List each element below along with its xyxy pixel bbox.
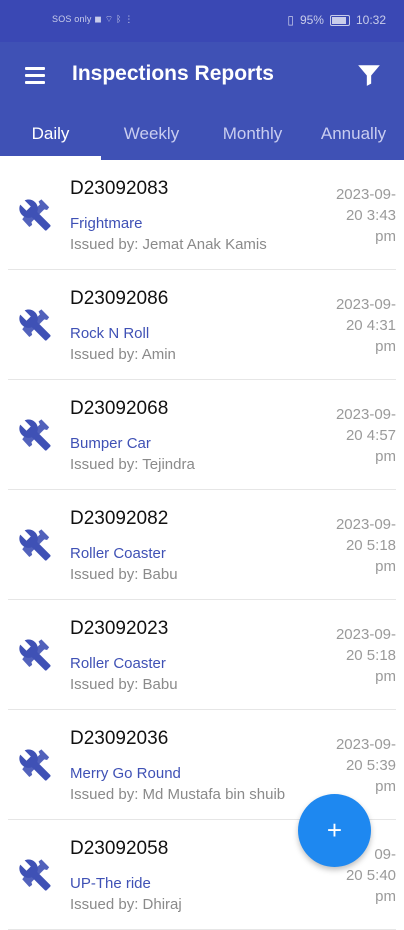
date-line-2: 20 4:31 — [345, 317, 396, 334]
tools-icon — [18, 748, 52, 782]
app-bar: Inspections Reports Daily Weekly Monthly… — [0, 42, 404, 160]
date-line-3: pm — [375, 668, 396, 685]
battery-icon — [329, 14, 350, 26]
date-line-1: 2023-09- — [335, 516, 396, 533]
report-list-item[interactable]: D23092086 Rock N Roll Issued by: Amin 2023-… — [8, 270, 396, 380]
date-line-2: 20 5:39 — [345, 757, 396, 774]
date-line-1: 2023-09- — [335, 626, 396, 643]
date-line-3: pm — [375, 558, 396, 575]
page-title: Inspections Reports — [72, 62, 274, 85]
report-code: D23092082 — [70, 508, 169, 529]
report-datetime: 2023-09- 20 3:43 pm — [326, 184, 396, 247]
issued-by: Issued by: Amin — [70, 346, 176, 363]
date-line-3: pm — [375, 338, 396, 355]
report-code: D23092083 — [70, 178, 169, 199]
tools-icon — [18, 528, 52, 562]
issued-by: Issued by: Md Mustafa bin shuib — [70, 786, 286, 803]
date-line-3: pm — [375, 228, 396, 245]
ride-name: Roller Coaster — [70, 545, 166, 562]
ride-name: Roller Coaster — [70, 655, 166, 672]
tab-monthly[interactable]: Monthly — [202, 115, 303, 160]
tools-icon — [18, 308, 52, 342]
date-line-2: 20 5:18 — [345, 647, 396, 664]
report-code: D23092058 — [70, 838, 169, 859]
vibrate-icon: ▯ — [287, 13, 294, 27]
tools-icon — [18, 638, 52, 672]
report-datetime: 2023-09- 20 5:18 pm — [326, 624, 396, 687]
issued-by: Issued by: Babu — [70, 566, 178, 583]
issued-by: Issued by: Babu — [70, 676, 178, 693]
tools-icon — [18, 858, 52, 892]
ride-name: Bumper Car — [70, 435, 151, 452]
tab-daily[interactable]: Daily — [0, 115, 101, 160]
tab-annually[interactable]: Annually — [303, 115, 404, 160]
status-bar: SOS only ◼ ⌔ ᛒ ⋮ ▯ 95% 10:32 — [0, 0, 404, 42]
ride-name: UP-The ride — [70, 875, 151, 892]
issued-by: Issued by: Tejindra — [70, 456, 195, 473]
date-line-2: 20 3:43 — [345, 207, 396, 224]
ride-name: Frightmare — [70, 215, 143, 232]
battery-percent: 95% — [299, 13, 324, 27]
status-left-indicators: SOS only ◼ ⌔ ᛒ ⋮ — [52, 14, 134, 24]
date-line-3: pm — [375, 448, 396, 465]
filter-icon[interactable] — [356, 62, 382, 88]
status-right-indicators: ▯ 95% 10:32 — [287, 13, 386, 27]
date-line-1: 2023-09- — [335, 296, 396, 313]
tools-icon — [18, 198, 52, 232]
issued-by: Issued by: Dhiraj — [70, 896, 182, 913]
report-code: D23092086 — [70, 288, 169, 309]
date-line-2: 20 5:18 — [345, 537, 396, 554]
date-line-3: pm — [375, 888, 396, 905]
report-code: D23092036 — [70, 728, 169, 749]
ride-name: Merry Go Round — [70, 765, 181, 782]
hamburger-icon[interactable] — [25, 67, 47, 85]
ride-name: Rock N Roll — [70, 325, 150, 342]
report-list-item[interactable]: D23092023 Roller Coaster Issued by: Babu 20… — [8, 600, 396, 710]
report-datetime: 2023-09- 20 5:39 pm — [326, 734, 396, 797]
tools-icon — [18, 418, 52, 452]
report-code: D23092023 — [70, 618, 169, 639]
issued-by: Issued by: Jemat Anak Kamis — [70, 236, 267, 253]
report-datetime: 2023-09- 20 5:18 pm — [326, 514, 396, 577]
report-list-item[interactable]: D23092082 Roller Coaster Issued by: Babu 20… — [8, 490, 396, 600]
date-line-1: 2023-09- — [335, 406, 396, 423]
add-report-button[interactable]: + — [298, 794, 371, 867]
report-list-item[interactable]: D23092068 Bumper Car Issued by: Tejindra 20… — [8, 380, 396, 490]
period-tabs: Daily Weekly Monthly Annually — [0, 115, 404, 160]
report-code: D23092068 — [70, 398, 169, 419]
status-time: 10:32 — [355, 13, 386, 27]
date-line-2: 20 5:40 — [345, 867, 396, 884]
report-datetime: 2023-09- 20 4:31 pm — [326, 294, 396, 357]
report-datetime: 2023-09- 20 4:57 pm — [326, 404, 396, 467]
report-list-item[interactable]: D23092083 Frightmare Issued by: Jemat Anak… — [8, 160, 396, 270]
date-line-2: 20 4:57 — [345, 427, 396, 444]
date-line-1: 2023-09- — [335, 736, 396, 753]
date-line-1: 2023-09- — [335, 186, 396, 203]
tab-weekly[interactable]: Weekly — [101, 115, 202, 160]
